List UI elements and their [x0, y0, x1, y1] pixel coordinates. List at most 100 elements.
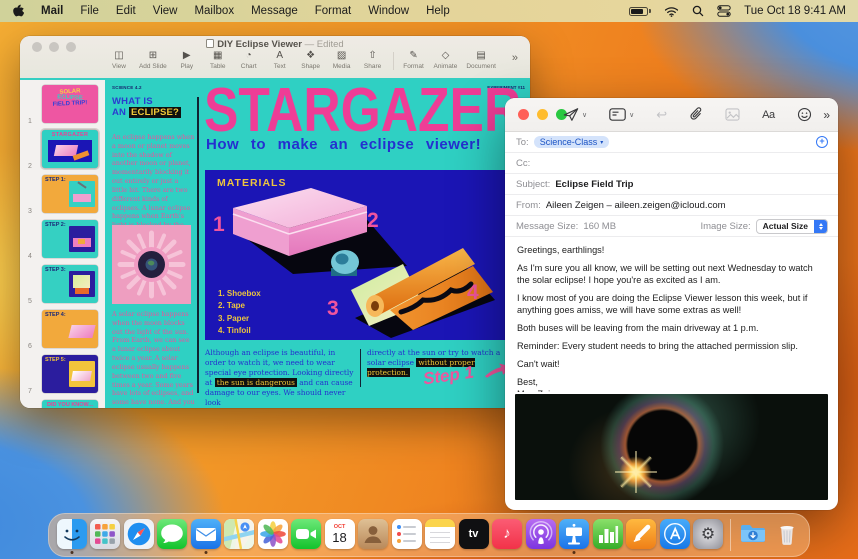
slide-thumbnail-8[interactable]: 8 DID YOU KNOW... — [28, 400, 105, 408]
send-options-chevron[interactable]: ∨ — [582, 111, 587, 119]
image-size-select[interactable]: Actual Size — [755, 218, 828, 234]
slide-thumbnail-6[interactable]: 6 STEP 4: — [28, 310, 105, 350]
mail-toolbar[interactable]: ∨ ∨ ↩ Aa » — [505, 98, 838, 132]
slide-heading[interactable]: WHAT IS AN ECLIPSE? — [112, 96, 182, 118]
dock-reminders[interactable] — [391, 517, 422, 554]
menu-file[interactable]: File — [80, 5, 99, 17]
slide-paragraph-1[interactable]: An eclipse happens when a moon or planet… — [112, 133, 195, 239]
dock-tv[interactable]: tv — [458, 517, 489, 554]
slide-course-label[interactable]: SCIENCE 4.2 — [112, 85, 142, 90]
to-field[interactable]: To: Science-Class ▾ + — [505, 132, 838, 153]
emoji-button[interactable] — [797, 107, 812, 122]
wifi-icon[interactable] — [664, 6, 679, 17]
toolbar-shape-button[interactable]: ❖ Shape — [300, 50, 322, 76]
from-field[interactable]: From: Aileen Zeigen – aileen.zeigen@iclo… — [505, 195, 838, 216]
toolbar-media-button[interactable]: ▨ Media — [331, 50, 353, 76]
select-stepper-icon — [814, 219, 827, 233]
menu-help[interactable]: Help — [426, 5, 450, 17]
toolbar-overflow-button[interactable]: » — [823, 108, 830, 122]
subject-value[interactable]: Eclipse Field Trip — [555, 179, 633, 190]
close-button[interactable] — [518, 109, 529, 120]
format-button[interactable]: Aa — [762, 109, 775, 121]
slide-sun-illustration[interactable] — [112, 225, 191, 304]
dock-mail[interactable] — [190, 517, 221, 554]
cc-field[interactable]: Cc: — [505, 153, 838, 174]
battery-icon[interactable] — [629, 6, 652, 16]
dock-trash[interactable] — [771, 517, 802, 554]
slide-thumbnail-1[interactable]: 1 SOLAR ECLIPSE FIELD TRIP! — [28, 85, 105, 125]
dock-safari[interactable] — [123, 517, 154, 554]
toolbar-format-button[interactable]: ✎ Format — [403, 50, 425, 76]
dock-maps[interactable] — [224, 517, 255, 554]
slide-thumbnail-4[interactable]: 4 STEP 2: — [28, 220, 105, 260]
app-store-icon — [659, 518, 690, 549]
toolbar-play-button[interactable]: ▶ Play — [176, 50, 198, 76]
menu-app-name[interactable]: Mail — [41, 5, 63, 17]
toolbar-document-button[interactable]: ▤ Document — [466, 50, 496, 76]
dock-finder[interactable] — [56, 517, 87, 554]
keynote-titlebar[interactable]: DIY Eclipse Viewer — Edited ◫ View ⊞ Add S… — [20, 36, 530, 80]
dock-messages[interactable] — [157, 517, 188, 554]
materials-panel[interactable]: MATERIALS 1 2 3 4 1. Shoebox 2. Tape 3. … — [205, 170, 505, 340]
dock-contacts[interactable] — [358, 517, 389, 554]
menu-window[interactable]: Window — [368, 5, 409, 17]
dock-music[interactable]: ♪ — [492, 517, 523, 554]
dock-notes[interactable] — [425, 517, 456, 554]
toolbar-table-button[interactable]: ▦ Table — [207, 50, 229, 76]
eclipse-photo-attachment[interactable] — [515, 394, 828, 500]
dock-downloads[interactable] — [738, 517, 769, 554]
slide-paragraph-2[interactable]: A solar eclipse happens when the moon bl… — [112, 310, 195, 408]
slide-thumbnail-3[interactable]: 3 STEP 1: — [28, 175, 105, 215]
control-center-icon[interactable] — [717, 5, 731, 17]
toolbar-add-slide-button[interactable]: ⊞ Add Slide — [139, 50, 167, 76]
insert-photo-button[interactable] — [725, 108, 740, 121]
menu-clock[interactable]: Tue Oct 18 9:41 AM — [744, 5, 846, 17]
menu-date: Tue Oct 18 — [744, 5, 801, 17]
menu-mailbox[interactable]: Mailbox — [194, 5, 234, 17]
send-button[interactable] — [563, 107, 579, 122]
dock-launchpad[interactable] — [90, 517, 121, 554]
dock-facetime[interactable] — [291, 517, 322, 554]
share-icon: ⇧ — [368, 50, 377, 61]
message-size-row: Message Size: 160 MB Image Size: Actual … — [505, 216, 838, 237]
menu-edit[interactable]: Edit — [116, 5, 136, 17]
dock-numbers[interactable] — [592, 517, 623, 554]
search-icon[interactable] — [692, 5, 704, 17]
minimize-button[interactable] — [537, 109, 548, 120]
toolbar-text-button[interactable]: A Text — [269, 50, 291, 76]
slide-thumbnail-2-selected[interactable]: 2 STARGAZER — [28, 128, 105, 170]
maps-icon — [224, 518, 254, 549]
edited-label: — Edited — [304, 39, 344, 50]
menu-format[interactable]: Format — [315, 5, 351, 17]
attach-button[interactable] — [689, 107, 703, 122]
dock-app-store[interactable] — [659, 517, 690, 554]
dock-keynote[interactable] — [559, 517, 590, 554]
dock-pages[interactable] — [626, 517, 657, 554]
toolbar-chart-button[interactable]: ◔ Chart — [238, 50, 260, 76]
menu-message[interactable]: Message — [251, 5, 298, 17]
table-icon: ▦ — [213, 50, 223, 61]
slide-body-column-1[interactable]: Although an eclipse is beautiful, in ord… — [205, 348, 357, 408]
slide-subtitle[interactable]: How to make an eclipse viewer! — [206, 136, 481, 153]
dock-system-settings[interactable]: ⚙ — [693, 517, 724, 554]
slide-thumbnail-7[interactable]: 7 STEP 5: — [28, 355, 105, 395]
header-fields-button[interactable] — [609, 108, 626, 121]
slide-thumbnail-5[interactable]: 5 STEP 3: — [28, 265, 105, 305]
recipient-token[interactable]: Science-Class ▾ — [533, 136, 610, 148]
menu-view[interactable]: View — [153, 5, 178, 17]
dock-calendar[interactable]: OCT 18 — [324, 517, 355, 554]
toolbar-animate-button[interactable]: ◇ Animate — [433, 50, 457, 76]
dock-podcasts[interactable] — [525, 517, 556, 554]
add-recipient-button[interactable]: + — [816, 136, 828, 148]
slide-canvas[interactable]: SCIENCE 4.2 EXPERIMENT #11 WHAT IS AN EC… — [105, 80, 530, 408]
dock-photos[interactable] — [257, 517, 288, 554]
from-value[interactable]: Aileen Zeigen – aileen.zeigen@icloud.com — [546, 200, 726, 211]
apple-menu[interactable] — [12, 4, 24, 18]
toolbar-overflow-button[interactable]: » — [512, 52, 518, 64]
heading-highlight: ECLIPSE? — [128, 107, 182, 118]
header-fields-chevron[interactable]: ∨ — [629, 111, 634, 119]
message-body[interactable]: Greetings, earthlings! As I'm sure you a… — [505, 237, 838, 392]
toolbar-share-button[interactable]: ⇧ Share — [362, 50, 384, 76]
toolbar-view-button[interactable]: ◫ View — [108, 50, 130, 76]
subject-field[interactable]: Subject: Eclipse Field Trip — [505, 174, 838, 195]
